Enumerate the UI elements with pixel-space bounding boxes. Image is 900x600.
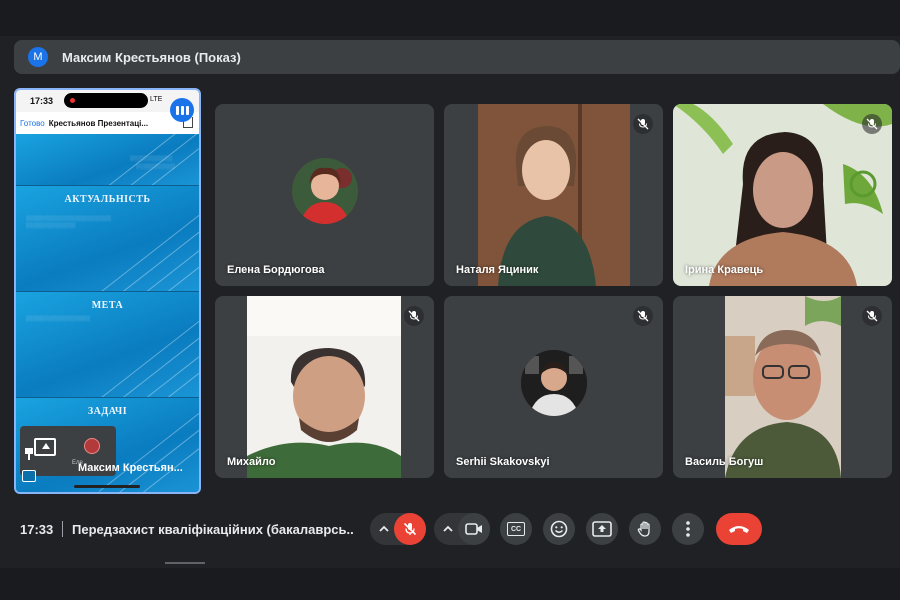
camera-icon (465, 523, 482, 535)
speaking-indicator-icon (170, 98, 194, 122)
participant-avatar (520, 350, 587, 416)
screen-share-icon (22, 470, 36, 482)
participant-video (725, 296, 841, 478)
presenter-name-label: Максим Крестьян... (78, 462, 183, 474)
presenter-avatar: M (28, 47, 48, 67)
divider (62, 521, 63, 537)
slide-heading: ЗАДАЧІ (87, 406, 128, 417)
mic-off-icon (403, 522, 417, 536)
title-underline (165, 562, 205, 564)
recording-dot-icon (70, 98, 75, 103)
window-bottom-strip (0, 568, 900, 600)
slide-heading: МЕТА (91, 300, 124, 311)
participant-name: Ірина Кравець (685, 264, 764, 276)
presenter-banner-title: Максим Крестьянов (Показ) (62, 49, 241, 65)
reactions-button[interactable] (543, 513, 575, 545)
captions-button[interactable]: CC (500, 513, 532, 545)
mic-off-icon (404, 306, 424, 326)
leave-call-button[interactable] (716, 513, 762, 545)
camera-toggle-button[interactable] (458, 513, 490, 545)
participant-tile[interactable]: Наталя Яциник (444, 104, 663, 286)
raise-hand-button[interactable] (629, 513, 661, 545)
window-top-strip (0, 0, 900, 36)
participant-name: Василь Богуш (685, 456, 764, 468)
phone-carrier: LTE (150, 96, 163, 103)
phone-clock: 17:33 (30, 96, 54, 106)
participant-tile[interactable]: Ірина Кравець (673, 104, 892, 286)
participant-avatar (291, 158, 358, 224)
participant-tile[interactable]: Елена Бордюгова (215, 104, 434, 286)
mic-off-icon (633, 114, 653, 134)
chevron-up-icon[interactable] (376, 521, 392, 537)
slide-heading: АКТУАЛЬНІСТЬ (64, 194, 151, 205)
camera-control-group (434, 513, 490, 545)
slide-aktualnist: АКТУАЛЬНІСТЬ ░░░░░░░░░░░░░░░░░░░░░░░░ ░░… (16, 186, 199, 292)
shared-screen-panel[interactable]: 17:33 LTE Готово Крестьянов Презентаці..… (14, 88, 201, 494)
participant-tile[interactable]: Василь Богуш (673, 296, 892, 478)
present-icon (592, 521, 612, 537)
slide-meta: МЕТА ░░░░░░░░░░░░░░░░░░ (16, 292, 199, 398)
phone-home-indicator (74, 485, 140, 488)
participant-name: Михайло (227, 456, 276, 468)
presenting-icon (34, 438, 56, 456)
participant-video (673, 104, 892, 286)
captions-icon: CC (507, 522, 525, 536)
meeting-title[interactable]: Передзахист кваліфікаційних (бакалаврсь.… (72, 522, 354, 537)
hangup-icon (729, 526, 749, 533)
presenter-banner[interactable]: M Максим Крестьянов (Показ) (14, 40, 900, 74)
more-vert-icon (686, 521, 690, 537)
mic-off-icon (862, 114, 882, 134)
emoji-icon (550, 520, 568, 538)
document-name: Крестьянов Презентаці... (48, 118, 149, 128)
slide-title: ░░░░░░░░░░░░ ░░░░░░░░░░░ (16, 134, 199, 186)
participant-name: Наталя Яциник (456, 264, 539, 276)
mic-off-icon (633, 306, 653, 326)
participant-name: Елена Бордюгова (227, 264, 325, 276)
participant-name: Serhii Skakovskyi (456, 456, 550, 468)
mic-toggle-button[interactable] (394, 513, 426, 545)
mic-off-icon (862, 306, 882, 326)
phone-dynamic-island (64, 93, 148, 108)
participant-tile[interactable]: Serhii Skakovskyi (444, 296, 663, 478)
meeting-clock: 17:33 (20, 522, 54, 537)
participant-video (247, 296, 401, 478)
participant-tile[interactable]: Михайло (215, 296, 434, 478)
mic-control-group (370, 513, 426, 545)
chevron-up-icon[interactable] (440, 521, 456, 537)
participant-video (478, 104, 630, 286)
present-now-button[interactable] (586, 513, 618, 545)
raise-hand-icon (637, 521, 650, 537)
done-button[interactable]: Готово (20, 119, 45, 128)
pin-icon[interactable] (24, 448, 34, 460)
more-options-button[interactable] (672, 513, 704, 545)
mini-avatar (84, 438, 100, 454)
